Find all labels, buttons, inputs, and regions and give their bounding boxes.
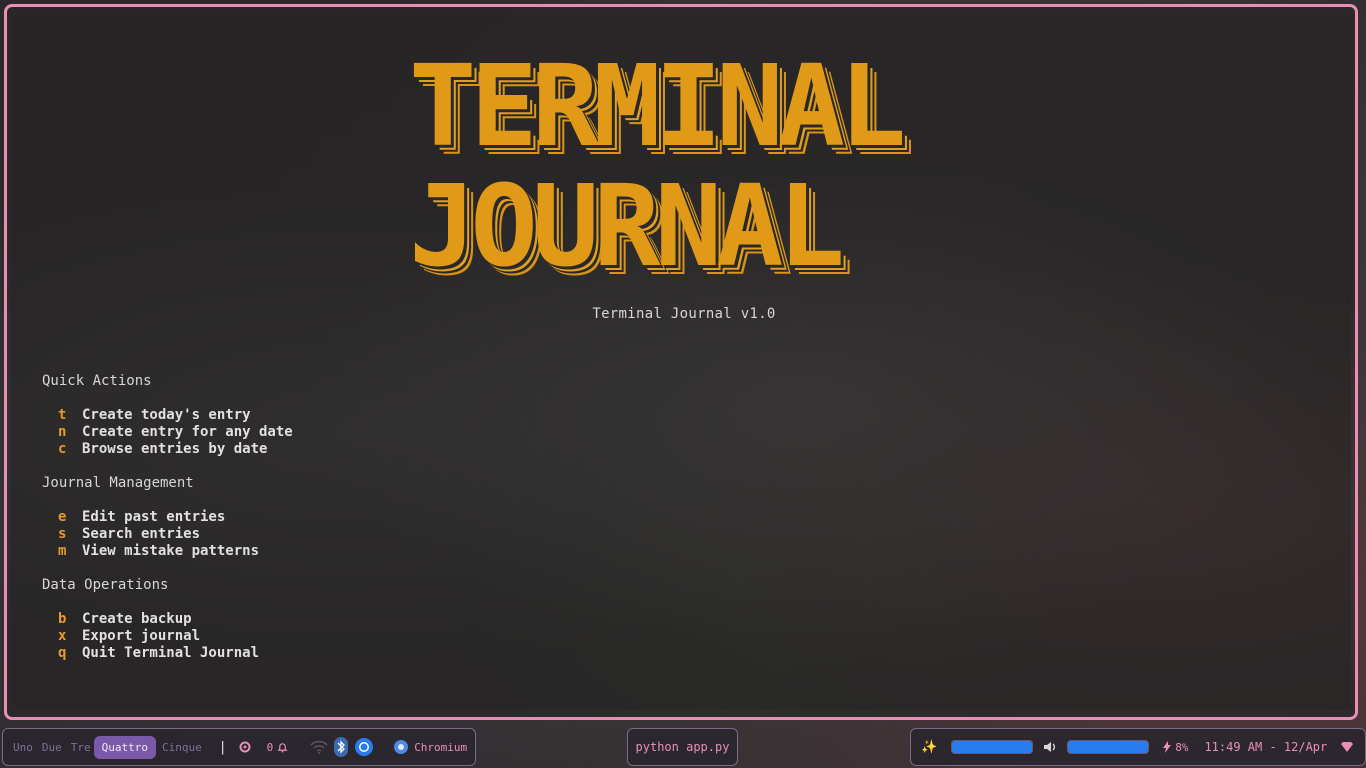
brightness-slider[interactable] [951, 740, 1034, 754]
heart-icon[interactable] [1341, 742, 1354, 752]
logo-line-2: JOURNAL [409, 162, 845, 292]
menu-key: q [58, 645, 67, 661]
menu-item-search[interactable]: s Search entries [42, 526, 200, 543]
volume-icon[interactable] [1043, 741, 1057, 753]
menu-label: Quit Terminal Journal [82, 645, 260, 661]
menu-item-create-today[interactable]: t Create today's entry [42, 407, 251, 424]
taskbar-left: Uno Due Tre Quattro Cinque | 0 Chromium [2, 728, 476, 766]
logo-line-1: TERMINAL [409, 42, 906, 172]
workspace-cinque[interactable]: Cinque [162, 741, 202, 754]
bell-icon[interactable] [277, 742, 288, 753]
menu-label: Export journal [82, 628, 201, 644]
battery-percent: 8% [1175, 740, 1189, 754]
active-command[interactable]: python app.py [627, 728, 738, 766]
section-title-journal-management: Journal Management [42, 475, 194, 491]
notification-count: 0 [266, 740, 274, 754]
menu-key: t [58, 407, 67, 423]
menu-item-create-any-date[interactable]: n Create entry for any date [42, 424, 293, 441]
volume-slider[interactable] [1067, 740, 1150, 754]
menu-key: x [58, 628, 67, 644]
menu-key: n [58, 424, 67, 440]
workspace-tre[interactable]: Tre [71, 741, 91, 754]
menu-label: Create backup [82, 611, 192, 627]
app-version: Terminal Journal v1.0 [592, 306, 776, 322]
menu-label: Browse entries by date [82, 441, 268, 457]
workspace-uno[interactable]: Uno [13, 741, 33, 754]
section-title-data-operations: Data Operations [42, 577, 169, 593]
menu-key: c [58, 441, 67, 457]
active-command-label: python app.py [635, 740, 730, 754]
menu-key: e [58, 509, 67, 525]
battery-charging-icon [1163, 741, 1172, 753]
menu-item-create-backup[interactable]: b Create backup [42, 611, 192, 628]
workspace-due[interactable]: Due [42, 741, 62, 754]
menu-key: m [58, 543, 67, 559]
menu-item-export[interactable]: x Export journal [42, 628, 200, 645]
workspace-quattro[interactable]: Quattro [93, 735, 156, 759]
terminal-window[interactable]: TERMINAL JOURNAL Terminal Journal v1.0 Q… [4, 4, 1358, 720]
chromium-window-icon [394, 740, 409, 754]
menu-label: Create today's entry [82, 407, 251, 423]
taskbar-right: ✨ 8% 11:49 AM - 12/Apr [910, 728, 1366, 766]
menu-item-quit[interactable]: q Quit Terminal Journal [42, 645, 259, 662]
workspace-separator: | [218, 739, 227, 755]
menu-label: View mistake patterns [82, 543, 260, 559]
wifi-icon[interactable] [310, 740, 328, 754]
menu-item-mistake-patterns[interactable]: m View mistake patterns [42, 543, 259, 560]
sparkle-icon[interactable]: ✨ [921, 740, 937, 755]
menu-item-edit-past[interactable]: e Edit past entries [42, 509, 225, 526]
menu-label: Search entries [82, 526, 201, 542]
menu-key: b [58, 611, 67, 627]
menu-key: s [58, 526, 67, 542]
menu-label: Create entry for any date [82, 424, 293, 440]
menu-label: Edit past entries [82, 509, 226, 525]
taskbar: Uno Due Tre Quattro Cinque | 0 Chromium … [0, 724, 1366, 768]
chromium-tray-icon[interactable] [354, 737, 374, 757]
debian-icon[interactable] [239, 741, 251, 753]
menu-item-browse-by-date[interactable]: c Browse entries by date [42, 441, 267, 458]
clock[interactable]: 11:49 AM - 12/Apr [1204, 740, 1327, 754]
focused-window-title[interactable]: Chromium [414, 741, 467, 754]
bluetooth-icon[interactable] [334, 737, 349, 757]
section-title-quick-actions: Quick Actions [42, 373, 152, 389]
